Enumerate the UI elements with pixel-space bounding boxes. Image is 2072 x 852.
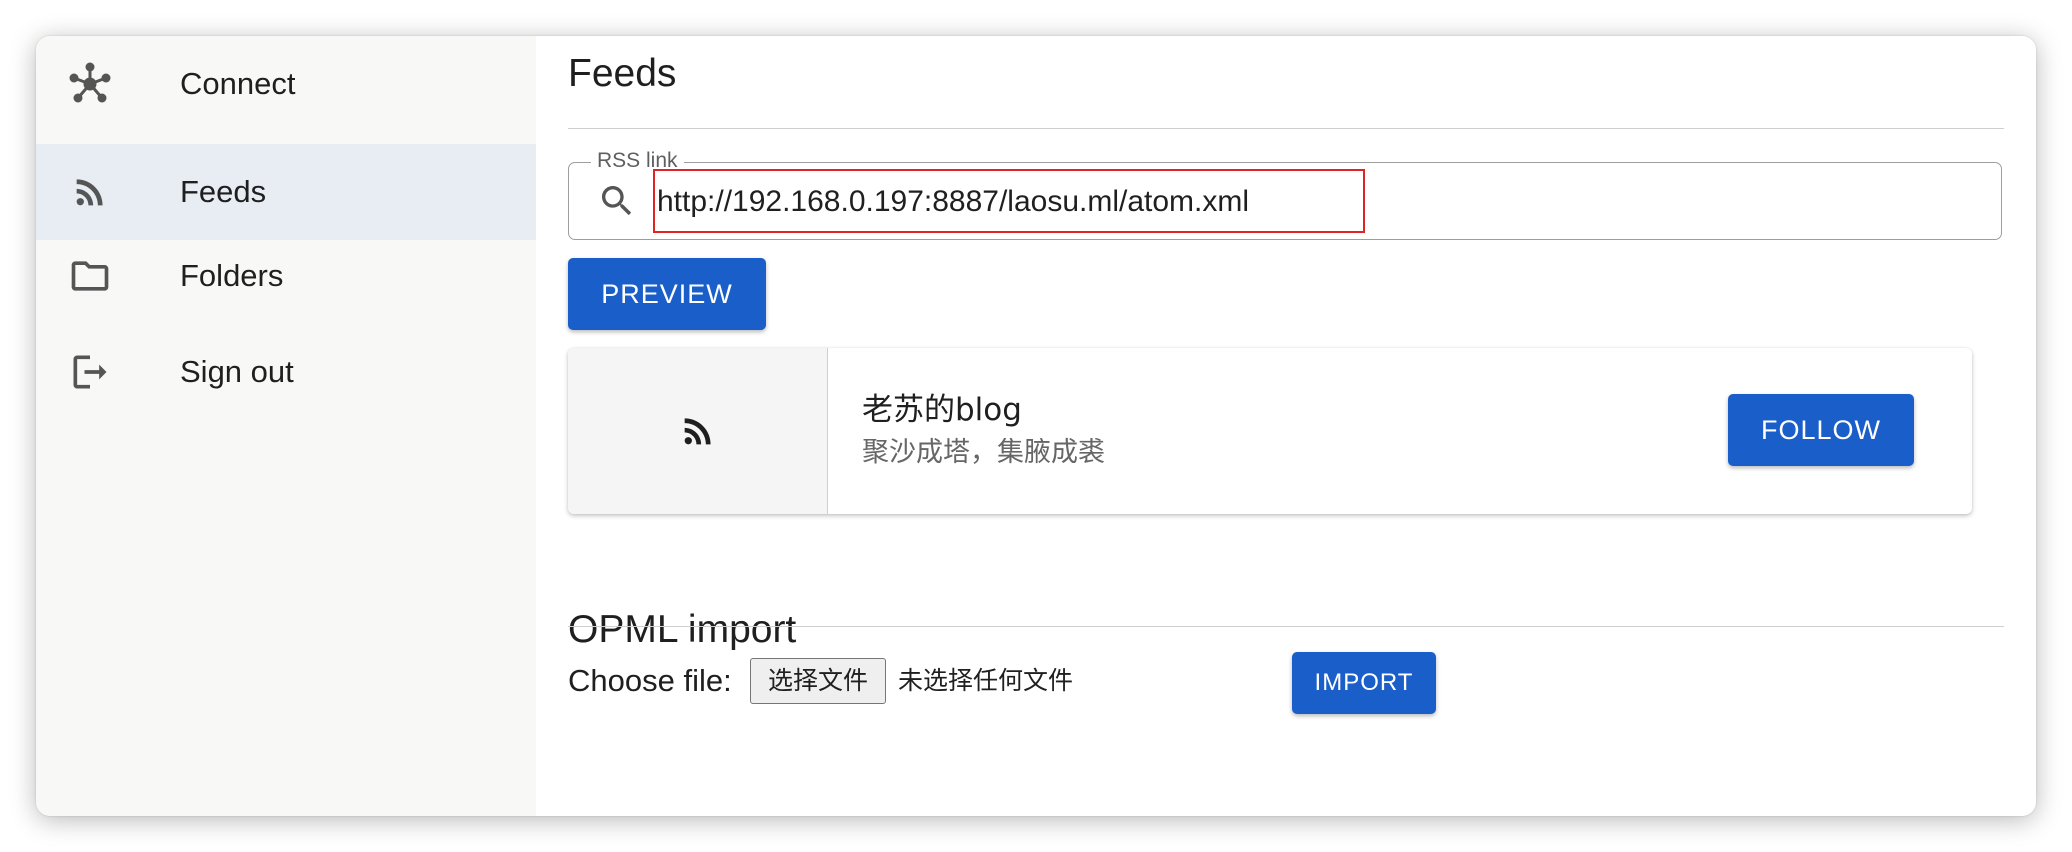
app-window: Connect Feeds Folders Sign out Feeds RSS… <box>36 36 2036 816</box>
preview-button[interactable]: PREVIEW <box>568 258 766 330</box>
logout-icon <box>66 348 114 396</box>
folder-icon <box>66 252 114 300</box>
feed-title: 老苏的blog <box>862 392 1022 428</box>
sidebar-item-label: Sign out <box>180 354 294 389</box>
rss-link-field[interactable]: RSS link <box>568 149 2002 240</box>
opml-title: OPML import <box>568 608 797 651</box>
import-button[interactable]: IMPORT <box>1292 652 1436 714</box>
rss-icon <box>678 411 718 451</box>
feed-description: 聚沙成塔，集腋成裘 <box>862 437 1105 468</box>
sidebar: Connect Feeds Folders Sign out <box>36 36 536 816</box>
sidebar-item-connect[interactable]: Connect <box>36 36 536 132</box>
opml-divider <box>568 626 2004 627</box>
sidebar-item-sign-out[interactable]: Sign out <box>36 324 536 420</box>
search-icon <box>597 181 637 221</box>
sidebar-item-label: Connect <box>180 66 296 101</box>
feed-preview-card: 老苏的blog 聚沙成塔，集腋成裘 FOLLOW <box>568 348 1972 514</box>
sidebar-item-folders[interactable]: Folders <box>36 228 536 324</box>
sidebar-item-label: Feeds <box>180 174 267 209</box>
hub-icon <box>66 60 114 108</box>
no-file-text: 未选择任何文件 <box>898 666 1074 695</box>
sidebar-item-feeds[interactable]: Feeds <box>36 144 536 240</box>
rss-icon <box>66 168 114 216</box>
follow-button[interactable]: FOLLOW <box>1728 394 1914 466</box>
rss-link-input[interactable] <box>653 171 1353 233</box>
feed-thumbnail <box>568 348 828 514</box>
sidebar-item-label: Folders <box>180 258 284 293</box>
feeds-title: Feeds <box>568 52 677 95</box>
main-content: Feeds RSS link PREVIEW 老 <box>536 36 2036 816</box>
choose-file-button[interactable]: 选择文件 <box>750 658 886 704</box>
rss-link-label: RSS link <box>591 149 684 173</box>
choose-file-label: Choose file: <box>568 663 732 698</box>
feeds-divider <box>568 128 2004 129</box>
